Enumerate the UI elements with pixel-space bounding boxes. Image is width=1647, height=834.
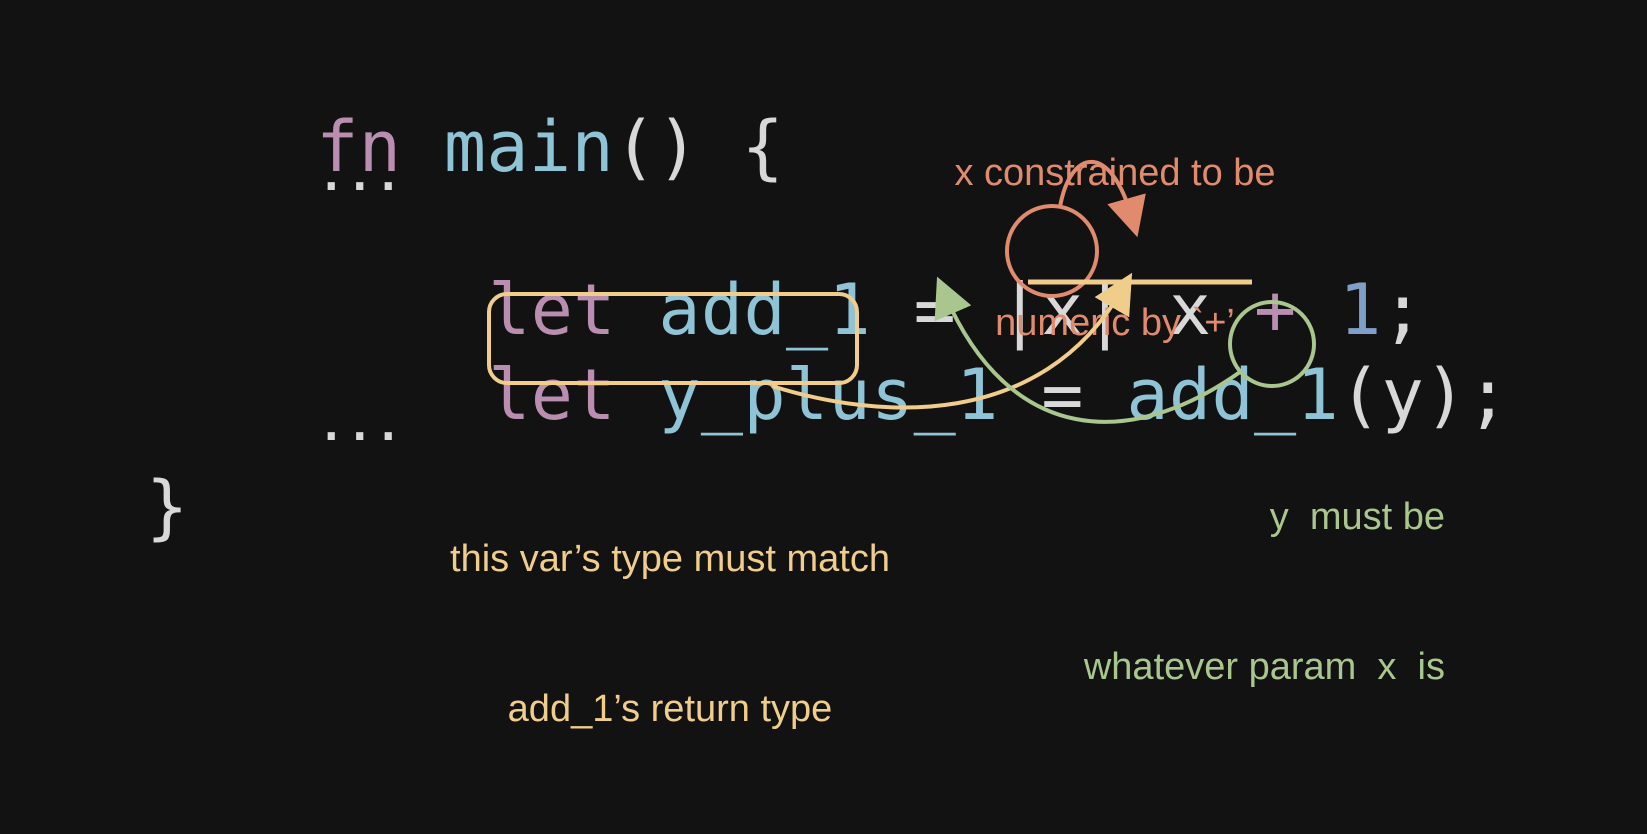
diagram-canvas: fn main() { ... let add_1 = |x| x + 1; l… [0,0,1647,730]
annotation-param-line2: whatever param x is [1083,646,1445,688]
annotation-return-type-line2: add_1’s return type [507,688,833,730]
arrow-return-type [771,272,1133,410]
box-y-plus-1 [487,292,859,385]
arrow-param [934,276,1242,424]
circle-argument-y [1228,300,1316,388]
annotation-overlay [487,159,1316,424]
